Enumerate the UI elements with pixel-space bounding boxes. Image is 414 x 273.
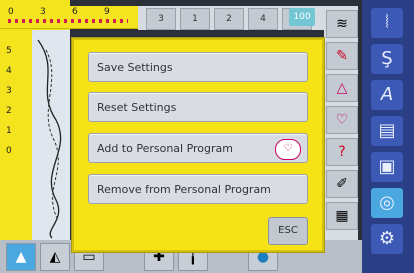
stitch-preview[interactable] [32,30,70,240]
grid-icon[interactable]: ▦ [326,202,358,230]
reset-settings-button[interactable]: Reset Settings [88,92,308,122]
spiral-icon[interactable]: ≋ [326,10,358,38]
scale-label: 2 [6,106,12,116]
toolbar-cell[interactable]: 4 [248,8,278,30]
settings-icon[interactable]: ⚙ [371,224,403,254]
speed-badge[interactable]: 100 [289,8,315,26]
toolbar-cell[interactable]: 1 [180,8,210,30]
ruler-ticks [8,19,128,23]
toolbar-cell[interactable]: 3 [146,8,176,30]
scale-label: 4 [6,66,12,76]
scale-label: 0 [6,146,12,156]
embroidery-icon[interactable]: ▤ [371,116,403,146]
add-personal-program-label: Add to Personal Program [97,142,234,155]
feet-icon[interactable]: ▲ [6,243,36,271]
function-column: ≋ ✎ △ ♡ ? ✐ ▦ [324,6,358,246]
remove-personal-program-button[interactable]: Remove from Personal Program [88,174,308,204]
toolbar-cell[interactable]: 2 [214,8,244,30]
ruler-label: 6 [72,7,78,17]
ruler: 0 3 6 9 [0,6,138,29]
stitch-editor-panel: 5 4 3 2 1 0 [0,0,70,240]
triangle-icon[interactable]: ◭ [40,243,70,271]
sewing-machine-screen: 5 4 3 2 1 0 0 3 6 9 3 1 2 4 5 100 ≋ ✎ △ … [0,0,414,273]
needle-icon[interactable]: ✎ [326,42,358,70]
pencil-icon[interactable]: ✐ [326,170,358,198]
ruler-label: 3 [40,7,46,17]
esc-button[interactable]: ESC [268,217,308,245]
save-settings-button[interactable]: Save Settings [88,52,308,82]
triangle-icon[interactable]: △ [326,74,358,102]
ruler-label: 9 [104,7,110,17]
alphabet-s-icon[interactable]: Ş [371,44,403,74]
scale-label: 1 [6,126,12,136]
personal-program-icon: ♡ [275,139,301,160]
main-menu-sidebar: ⦚ Ş A ▤ ▣ ◎ ⚙ [362,0,414,273]
program-icon[interactable]: ▣ [371,152,403,182]
letter-a-icon[interactable]: A [371,80,403,110]
add-personal-program-button[interactable]: Add to Personal Program ♡ [88,133,308,163]
scale-label: 3 [6,86,12,96]
stitch-pattern-icon [37,39,62,239]
settings-dialog: Save Settings Reset Settings Add to Pers… [72,38,324,252]
scale-label: 5 [6,46,12,56]
help-icon[interactable]: ? [326,138,358,166]
stitch-icon[interactable]: ⦚ [371,8,403,38]
ruler-label: 0 [8,7,14,17]
heart-icon[interactable]: ♡ [326,106,358,134]
wifi-icon[interactable]: ◎ [371,188,403,218]
